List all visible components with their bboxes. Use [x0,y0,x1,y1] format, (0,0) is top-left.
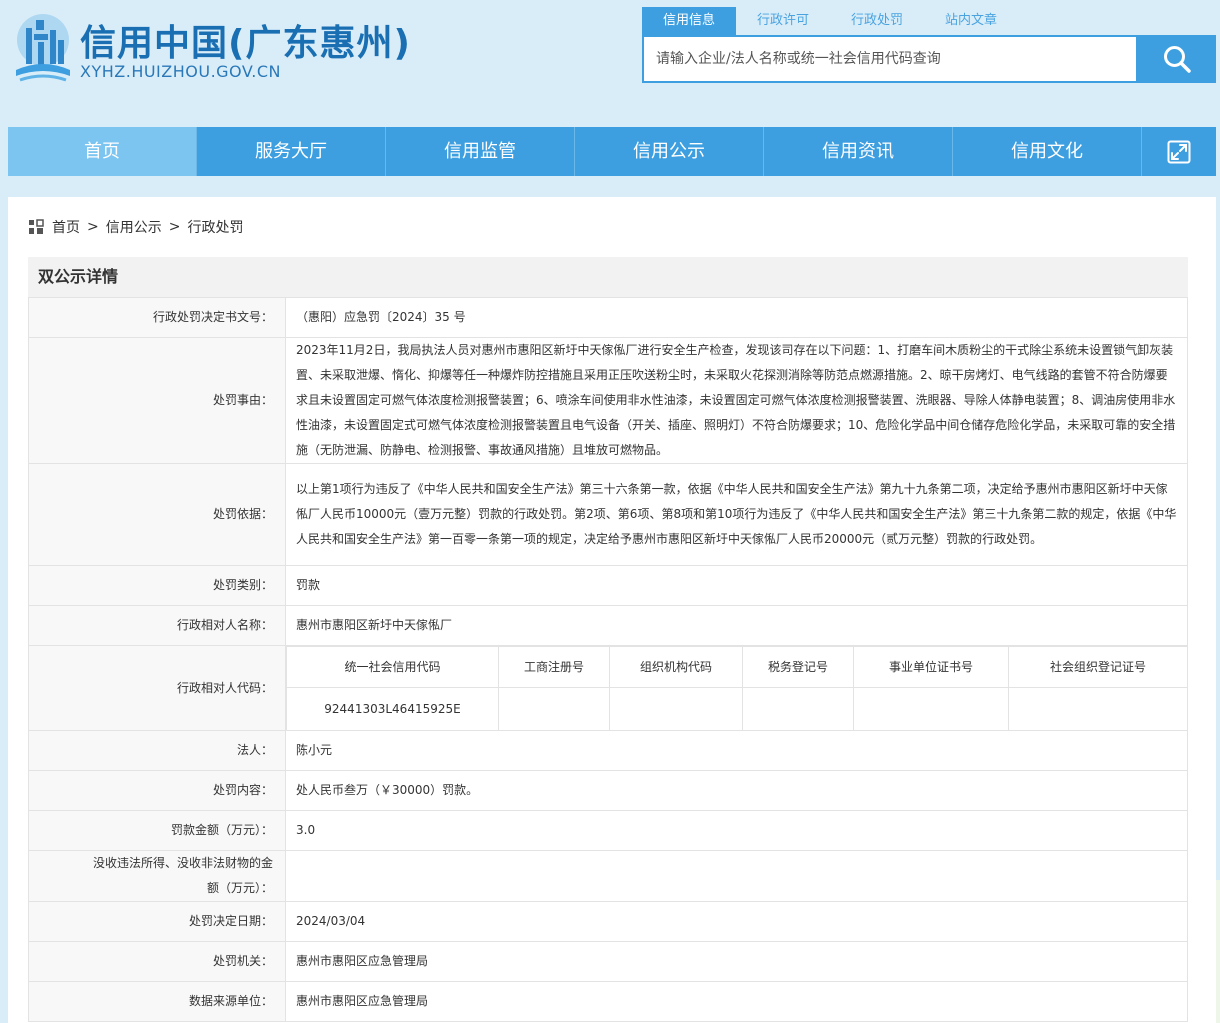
authority-value: 惠州市惠阳区应急管理局 [285,941,1188,982]
breadcrumb-separator: > [87,219,99,235]
legal-person-value: 陈小元 [285,730,1188,771]
code-header: 社会组织登记证号 [1008,646,1187,688]
table-row: 处罚决定日期： 2024/03/04 [28,901,1188,942]
fine-amount-value: 3.0 [285,810,1188,851]
site-url: XYHZ.HUIZHOU.GOV.CN [80,62,281,81]
field-label: 处罚依据： [28,463,286,566]
nav-item-credit-supervision[interactable]: 信用监管 [386,127,575,176]
table-row: 行政相对人名称： 惠州市惠阳区新圩中天傢俬厂 [28,605,1188,646]
field-label: 行政相对人代码： [28,645,286,731]
section-title: 双公示详情 [28,257,1188,297]
breadcrumb-credit-publicity[interactable]: 信用公示 [106,217,162,237]
tax-reg-no-value [742,687,854,730]
code-header: 事业单位证书号 [853,646,1009,688]
field-label: 处罚决定日期： [28,901,286,942]
search-tab-admin-license[interactable]: 行政许可 [736,7,830,35]
code-header: 工商注册号 [498,646,610,688]
search-tab-credit-info[interactable]: 信用信息 [642,7,737,35]
code-header: 统一社会信用代码 [286,646,499,688]
table-row: 行政处罚决定书文号： （惠阳）应急罚〔2024〕35 号 [28,297,1188,338]
breadcrumb-separator: > [168,219,181,235]
expand-icon [1167,140,1191,163]
org-code-value [609,687,743,730]
search-button[interactable] [1138,35,1216,83]
breadcrumb-admin-penalty[interactable]: 行政处罚 [187,217,243,237]
field-label: 法人： [28,730,286,771]
table-row: 处罚类别： 罚款 [28,565,1188,606]
institution-cert-no-value [853,687,1009,730]
table-row: 处罚机关： 惠州市惠阳区应急管理局 [28,941,1188,982]
code-header: 税务登记号 [742,646,854,688]
field-label: 处罚事由： [28,337,286,464]
grid-icon [29,219,44,234]
search-tab-site-articles[interactable]: 站内文章 [924,7,1018,35]
search-tab-admin-penalty[interactable]: 行政处罚 [830,7,924,35]
nav-item-credit-culture[interactable]: 信用文化 [953,127,1142,176]
search-input[interactable] [644,37,1136,81]
field-label: 处罚内容： [28,770,286,811]
unified-credit-code-value: 92441303L46415925E [286,687,499,730]
nav-item-home[interactable]: 首页 [8,127,197,176]
site-title[interactable]: 信用中国(广东惠州) [80,14,411,66]
decision-date-value: 2024/03/04 [285,901,1188,942]
penalty-basis-value: 以上第1项行为违反了《中华人民共和国安全生产法》第三十六条第一款，依据《中华人民… [285,463,1188,566]
scrollbar-track[interactable] [1216,880,1220,1023]
search-box [642,35,1138,83]
nav-item-credit-news[interactable]: 信用资讯 [764,127,953,176]
nav-expand-button[interactable] [1142,127,1216,176]
search-tabs: 信用信息 行政许可 行政处罚 站内文章 [642,7,1018,35]
table-row: 行政相对人代码： 统一社会信用代码 工商注册号 组织机构代码 税务登记号 事业单… [28,645,1188,731]
search-icon [1164,46,1191,73]
field-label: 罚款金额（万元）： [28,810,286,851]
business-reg-no-value [498,687,610,730]
table-row: 法人： 陈小元 [28,730,1188,771]
field-label: 行政处罚决定书文号： [28,297,286,338]
detail-table: 行政处罚决定书文号： （惠阳）应急罚〔2024〕35 号 处罚事由： 2023年… [28,297,1188,1022]
social-org-reg-no-value [1008,687,1187,730]
breadcrumb: 首页 > 信用公示 > 行政处罚 [28,217,243,237]
table-row: 处罚依据： 以上第1项行为违反了《中华人民共和国安全生产法》第三十六条第一款，依… [28,463,1188,566]
data-source-value: 惠州市惠阳区应急管理局 [285,981,1188,1022]
table-row: 统一社会信用代码 工商注册号 组织机构代码 税务登记号 事业单位证书号 社会组织… [286,646,1187,688]
table-row: 处罚事由： 2023年11月2日，我局执法人员对惠州市惠阳区新圩中天傢俬厂进行安… [28,337,1188,464]
site-logo-icon[interactable] [12,10,74,88]
party-code-table: 统一社会信用代码 工商注册号 组织机构代码 税务登记号 事业单位证书号 社会组织… [286,646,1187,730]
penalty-reason-value: 2023年11月2日，我局执法人员对惠州市惠阳区新圩中天傢俬厂进行安全生产检查，… [285,337,1188,464]
table-row: 没收违法所得、没收非法财物的金额（万元）： [28,850,1188,902]
penalty-category-value: 罚款 [285,565,1188,606]
field-label: 行政相对人名称： [28,605,286,646]
nav-item-service-hall[interactable]: 服务大厅 [197,127,386,176]
code-header: 组织机构代码 [609,646,743,688]
field-label: 没收违法所得、没收非法财物的金额（万元）： [28,850,286,902]
content-panel: 首页 > 信用公示 > 行政处罚 双公示详情 行政处罚决定书文号： （惠阳）应急… [8,197,1216,1023]
party-code-cell: 统一社会信用代码 工商注册号 组织机构代码 税务登记号 事业单位证书号 社会组织… [285,645,1188,731]
penalty-content-value: 处人民币叁万（￥30000）罚款。 [285,770,1188,811]
doc-number-value: （惠阳）应急罚〔2024〕35 号 [285,297,1188,338]
field-label: 处罚类别： [28,565,286,606]
breadcrumb-home[interactable]: 首页 [52,217,80,237]
field-label: 数据来源单位： [28,981,286,1022]
field-label: 处罚机关： [28,941,286,982]
table-row: 92441303L46415925E [286,687,1187,730]
table-row: 罚款金额（万元）： 3.0 [28,810,1188,851]
confiscation-amount-value [285,850,1188,902]
party-name-value: 惠州市惠阳区新圩中天傢俬厂 [285,605,1188,646]
table-row: 处罚内容： 处人民币叁万（￥30000）罚款。 [28,770,1188,811]
table-row: 数据来源单位： 惠州市惠阳区应急管理局 [28,981,1188,1022]
main-nav: 首页 服务大厅 信用监管 信用公示 信用资讯 信用文化 [8,127,1216,176]
nav-item-credit-publicity[interactable]: 信用公示 [575,127,764,176]
